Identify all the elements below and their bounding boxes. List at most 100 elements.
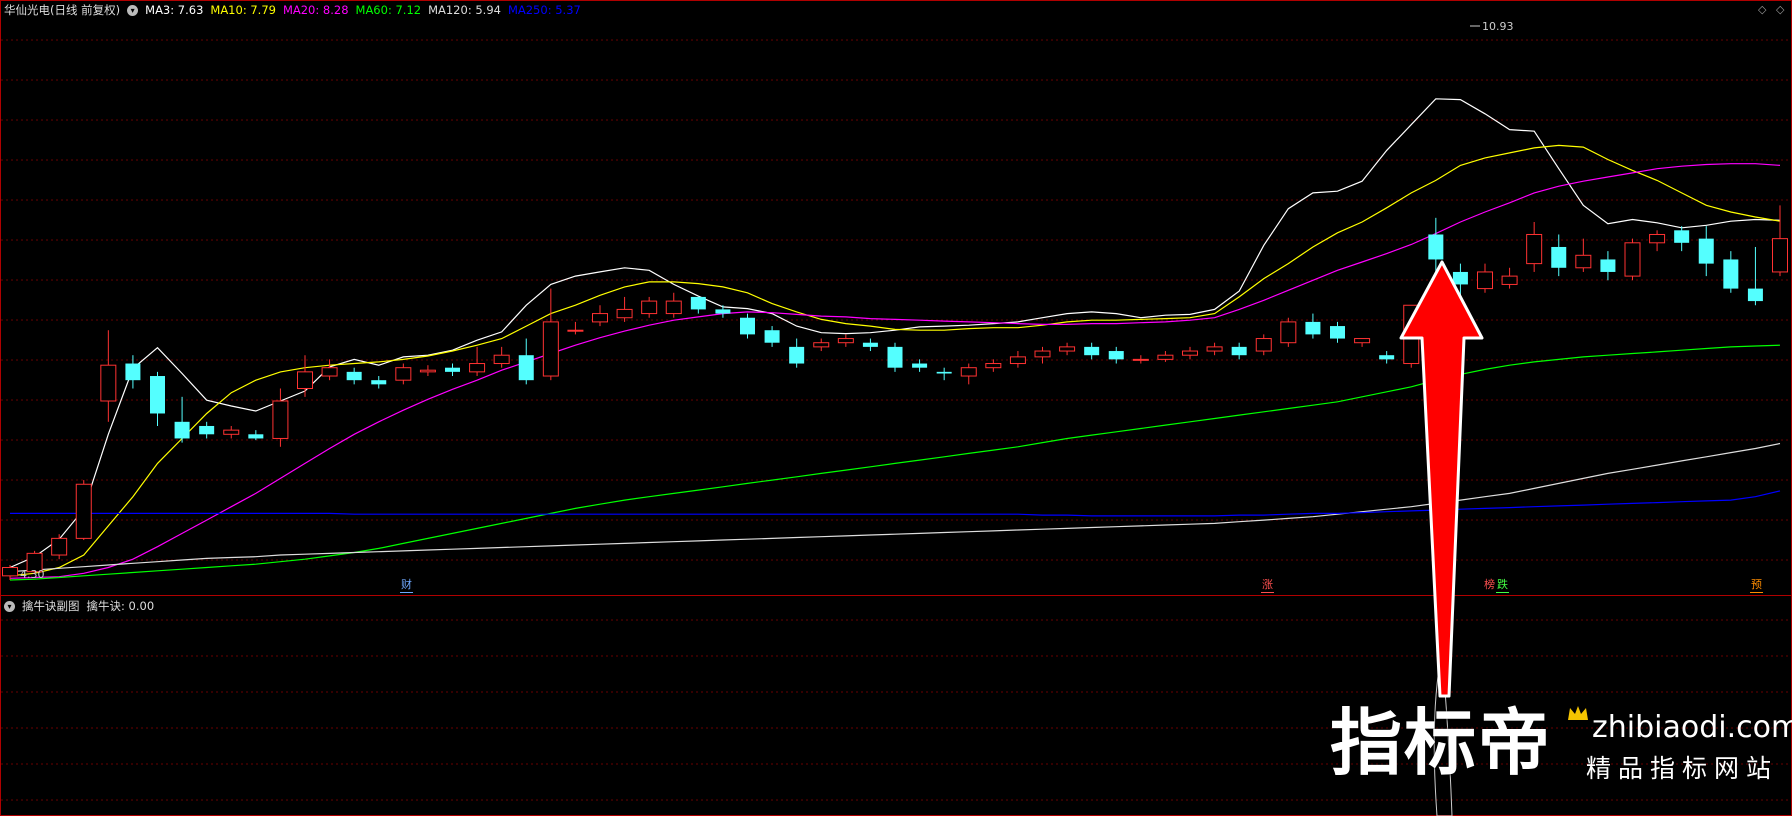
sub-panel-title: 擒牛诀副图 (22, 599, 80, 613)
candle[interactable] (985, 359, 1002, 372)
candle[interactable] (1477, 263, 1493, 293)
candle[interactable] (1354, 338, 1371, 347)
candle[interactable] (272, 388, 289, 447)
candle[interactable] (592, 305, 608, 327)
candle[interactable] (1182, 346, 1198, 360)
candle[interactable] (297, 355, 313, 397)
candle[interactable] (1772, 205, 1788, 277)
candle[interactable] (199, 421, 215, 439)
candle[interactable] (1526, 221, 1543, 272)
candle[interactable] (1551, 234, 1567, 277)
candle[interactable] (1501, 267, 1518, 289)
candle-body (1379, 355, 1395, 360)
candle[interactable] (1330, 321, 1345, 343)
candle[interactable] (690, 296, 706, 314)
candle-body (100, 364, 117, 402)
moving-average-lines (9, 98, 1781, 581)
settings-circle-icon[interactable]: ▾ (127, 4, 139, 16)
candle[interactable] (1747, 246, 1763, 306)
marker-zhang[interactable]: 涨 (1261, 578, 1274, 593)
candle[interactable] (887, 342, 903, 372)
candle[interactable] (1157, 351, 1174, 362)
candle[interactable] (1084, 342, 1100, 360)
candle-body (1477, 271, 1493, 290)
candle[interactable] (960, 363, 977, 385)
expand-diamond-icon[interactable]: ◇ (1758, 4, 1766, 16)
candle[interactable] (1059, 342, 1076, 356)
collapse-diamond-icon[interactable]: ◇ (1776, 4, 1784, 16)
kline-chart[interactable]: 10.93 4.30 (0, 0, 1792, 816)
candle[interactable] (1624, 238, 1641, 281)
candle-body (125, 363, 141, 381)
marker-cai[interactable]: 财 (400, 578, 413, 593)
candle[interactable] (1206, 342, 1223, 356)
marker-die[interactable]: 跌 (1496, 578, 1509, 593)
candle[interactable] (1379, 351, 1395, 364)
candle[interactable] (518, 338, 534, 385)
candle[interactable] (542, 288, 559, 381)
candle[interactable] (395, 363, 412, 385)
candle[interactable] (1009, 351, 1026, 368)
candle[interactable] (862, 338, 878, 352)
candle-body (1723, 259, 1739, 289)
candle[interactable] (1674, 226, 1690, 252)
candle[interactable] (75, 480, 92, 541)
candle[interactable] (248, 430, 264, 441)
candle[interactable] (1231, 342, 1247, 360)
candle-body (493, 354, 510, 365)
candle[interactable] (665, 292, 682, 318)
ma-legend-item: MA10: 7.79 (210, 3, 276, 17)
candle-body (567, 329, 584, 332)
candle[interactable] (740, 313, 755, 339)
candle[interactable] (51, 534, 68, 560)
candle[interactable] (1649, 230, 1666, 252)
candle[interactable] (1034, 346, 1051, 364)
candle[interactable] (419, 365, 436, 377)
candle[interactable] (567, 321, 584, 335)
candle[interactable] (1723, 251, 1739, 293)
candle-body (1280, 321, 1297, 344)
candle[interactable] (469, 346, 486, 377)
candle[interactable] (445, 363, 460, 377)
candle-body (419, 369, 436, 373)
low-price-label: 4.30 (20, 568, 45, 581)
ma-legend-item: MA3: 7.63 (145, 3, 204, 17)
candle[interactable] (1132, 355, 1149, 364)
candle[interactable] (789, 338, 805, 368)
candle[interactable] (150, 371, 165, 426)
candle[interactable] (936, 367, 952, 381)
candle[interactable] (764, 326, 780, 347)
candle[interactable] (813, 338, 830, 352)
candle[interactable] (223, 425, 240, 439)
grid-lines (1, 39, 1791, 801)
candle-body (837, 338, 854, 344)
candle-body (1551, 246, 1567, 268)
candle[interactable] (1305, 313, 1321, 339)
watermark: 指标帝 zhibiaodi.com 精品指标网站 (1330, 700, 1792, 810)
candle[interactable] (1698, 226, 1714, 277)
marker-yu[interactable]: 预 (1750, 578, 1763, 593)
sub-settings-circle-icon[interactable]: ▾ (4, 600, 15, 612)
candle[interactable] (616, 296, 633, 322)
candle[interactable] (174, 396, 190, 443)
candle-body (1206, 346, 1223, 352)
candle[interactable] (321, 359, 338, 381)
main-chart-header: 华仙光电(日线 前复权) ▾ MA3: 7.63 MA10: 7.79 MA20: … (4, 2, 581, 18)
marker-bang[interactable]: 榜 (1483, 578, 1496, 592)
candle[interactable] (371, 376, 387, 389)
ma-legend: MA3: 7.63 MA10: 7.79 MA20: 8.28 MA60: 7.12 M… (145, 2, 581, 18)
candle[interactable] (837, 334, 854, 347)
candle-body (2, 567, 18, 577)
candle[interactable] (1255, 334, 1272, 356)
candle[interactable] (346, 367, 362, 385)
candle[interactable] (1600, 251, 1616, 281)
candle[interactable] (100, 330, 117, 422)
candlesticks[interactable] (2, 205, 1788, 580)
candle[interactable] (493, 346, 510, 368)
candle[interactable] (1575, 238, 1592, 272)
candle[interactable] (1108, 346, 1124, 364)
candle[interactable] (1280, 317, 1297, 347)
candle[interactable] (641, 296, 658, 318)
candle-body (1330, 326, 1345, 339)
candle[interactable] (912, 359, 928, 372)
